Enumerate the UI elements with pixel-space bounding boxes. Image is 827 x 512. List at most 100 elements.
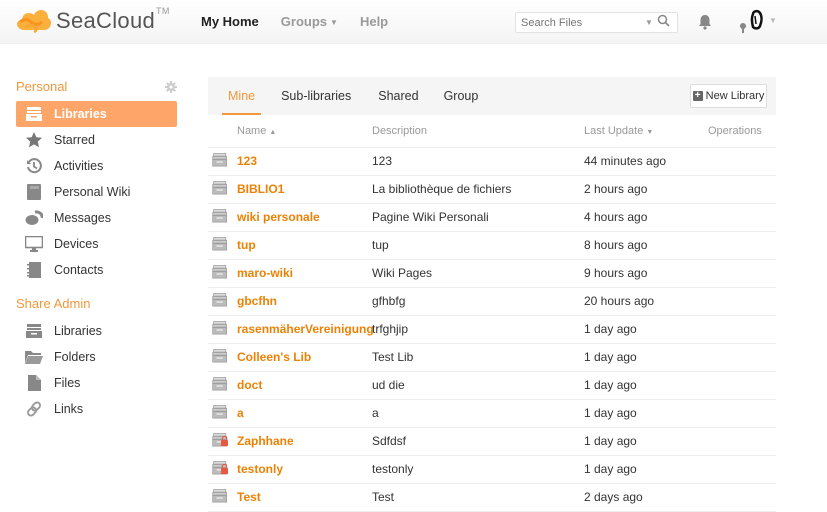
tab-group[interactable]: Group <box>444 77 479 115</box>
library-name-link[interactable]: a <box>237 406 244 420</box>
table-row[interactable]: doct ud die 1 day ago <box>208 371 776 400</box>
library-name-link[interactable]: wiki personale <box>237 210 320 224</box>
sidebar-item-messages[interactable]: Messages <box>16 205 177 231</box>
table-row[interactable]: testonly testonly 1 day ago <box>208 455 776 484</box>
user-menu-caret-icon[interactable]: ▼ <box>769 16 777 25</box>
table-row[interactable]: gbcfhn gfhbfg 20 hours ago <box>208 287 776 316</box>
library-name-link[interactable]: BIBLIO1 <box>237 182 284 196</box>
library-operations <box>708 399 776 428</box>
library-last-update: 44 minutes ago <box>584 147 708 176</box>
table-row[interactable]: aa1 day ago <box>208 399 776 428</box>
table-row[interactable]: rasenmäherVereinigung trfghjip 1 day ago <box>208 315 776 344</box>
library-operations <box>708 231 776 260</box>
library-icon-cell <box>208 455 237 484</box>
sort-asc-icon: ▲ <box>269 128 277 136</box>
library-name-link[interactable]: tup <box>237 238 256 252</box>
library-description: gfhbfg <box>372 287 584 316</box>
nav-my-home[interactable]: My Home <box>201 14 259 29</box>
search-box: ▼ <box>515 12 678 33</box>
encrypted-library-icon <box>212 432 228 446</box>
library-name-cell: tup <box>237 231 372 260</box>
library-name-link[interactable]: Test <box>237 490 261 504</box>
sort-desc-icon: ▼ <box>646 128 654 136</box>
search-icon[interactable] <box>657 14 670 32</box>
gear-icon[interactable] <box>165 80 177 98</box>
library-name-link[interactable]: doct <box>237 378 262 392</box>
table-row[interactable]: Test Test 2 days ago <box>208 483 776 512</box>
library-name-cell: BIBLIO1 <box>237 175 372 204</box>
bell-icon[interactable] <box>698 14 712 35</box>
library-name-cell: a <box>237 399 372 428</box>
icon-column-header <box>208 115 237 148</box>
sidebar-item-starred[interactable]: Starred <box>16 127 177 153</box>
library-last-update: 2 days ago <box>584 483 708 512</box>
table-row[interactable]: maro-wiki Wiki Pages 9 hours ago <box>208 259 776 288</box>
library-name-link[interactable]: Colleen's Lib <box>237 350 311 364</box>
library-name-link[interactable]: testonly <box>237 462 283 476</box>
library-icon-cell <box>208 343 237 372</box>
library-description: Pagine Wiki Personali <box>372 203 584 232</box>
tab-shared[interactable]: Shared <box>378 77 418 115</box>
avatar[interactable] <box>737 8 767 36</box>
sidebar-item-activities[interactable]: Activities <box>16 153 177 179</box>
tab-sub-libraries[interactable]: Sub-libraries <box>281 77 351 115</box>
tab-mine[interactable]: Mine <box>221 77 262 115</box>
library-tabs: Mine Sub-libraries Shared Group + New Lib… <box>208 77 776 115</box>
sidebar-item-files[interactable]: Files <box>16 370 177 396</box>
library-last-update: 1 day ago <box>584 343 708 372</box>
library-icon <box>212 180 228 194</box>
search-options-caret-icon[interactable]: ▼ <box>645 18 653 27</box>
library-icon <box>212 488 228 502</box>
table-row[interactable]: Colleen's Lib Test Lib 1 day ago <box>208 343 776 372</box>
plus-icon: + <box>692 91 703 101</box>
sidebar-item-links[interactable]: Links <box>16 396 177 422</box>
table-row[interactable]: Zaphhane Sdfdsf 1 day ago <box>208 427 776 456</box>
library-description: Test Lib <box>372 343 584 372</box>
table-row[interactable]: 123 123 44 minutes ago <box>208 147 776 176</box>
library-description: Test <box>372 483 584 512</box>
new-library-button[interactable]: + New Library <box>690 84 767 108</box>
seacloud-logo[interactable]: SeaCloudTM <box>16 6 170 36</box>
name-column-header[interactable]: Name ▲ <box>237 115 372 148</box>
sidebar-item-libraries[interactable]: Libraries <box>16 101 177 127</box>
sidebar-item-label: Libraries <box>54 107 107 121</box>
library-icon-cell <box>208 147 237 176</box>
library-name-link[interactable]: gbcfhn <box>237 294 277 308</box>
library-name-link[interactable]: maro-wiki <box>237 266 293 280</box>
library-name-link[interactable]: 123 <box>237 154 257 168</box>
folder-icon <box>24 348 44 366</box>
library-icon <box>212 152 228 166</box>
library-icon <box>212 348 228 362</box>
last-update-column-header[interactable]: Last Update ▼ <box>584 115 708 148</box>
library-operations <box>708 175 776 204</box>
library-name-cell: testonly <box>237 455 372 484</box>
library-icon <box>212 208 228 222</box>
sidebar-item-label: Personal Wiki <box>54 185 131 199</box>
sidebar-item-label: Starred <box>54 133 95 147</box>
table-row[interactable]: BIBLIO1 La bibliothèque de fichiers 2 hour… <box>208 175 776 204</box>
library-description: tup <box>372 231 584 260</box>
sidebar-item-folders[interactable]: Folders <box>16 344 177 370</box>
search-input[interactable] <box>516 16 641 29</box>
sidebar-item-devices[interactable]: Devices <box>16 231 177 257</box>
library-name-link[interactable]: rasenmäherVereinigung <box>237 322 374 336</box>
sidebar-item-admin-libraries[interactable]: Libraries <box>16 318 177 344</box>
table-row[interactable]: wiki personale Pagine Wiki Personali 4 hou… <box>208 203 776 232</box>
library-icon <box>212 264 228 278</box>
library-icon-cell <box>208 483 237 512</box>
sidebar-item-contacts[interactable]: Contacts <box>16 257 177 283</box>
library-icon <box>24 105 44 123</box>
library-icon-cell <box>208 175 237 204</box>
nav-help[interactable]: Help <box>360 14 388 29</box>
table-row[interactable]: tup tup 8 hours ago <box>208 231 776 260</box>
library-name-link[interactable]: Zaphhane <box>237 434 294 448</box>
library-operations <box>708 483 776 512</box>
library-icon-cell <box>208 371 237 400</box>
library-last-update: 4 hours ago <box>584 203 708 232</box>
clock-icon <box>24 157 44 175</box>
contacts-icon <box>24 261 44 279</box>
sidebar-item-personal-wiki[interactable]: Personal Wiki <box>16 179 177 205</box>
encrypted-library-icon <box>212 460 228 474</box>
nav-groups[interactable]: Groups ▼ <box>281 14 338 29</box>
library-last-update: 1 day ago <box>584 371 708 400</box>
